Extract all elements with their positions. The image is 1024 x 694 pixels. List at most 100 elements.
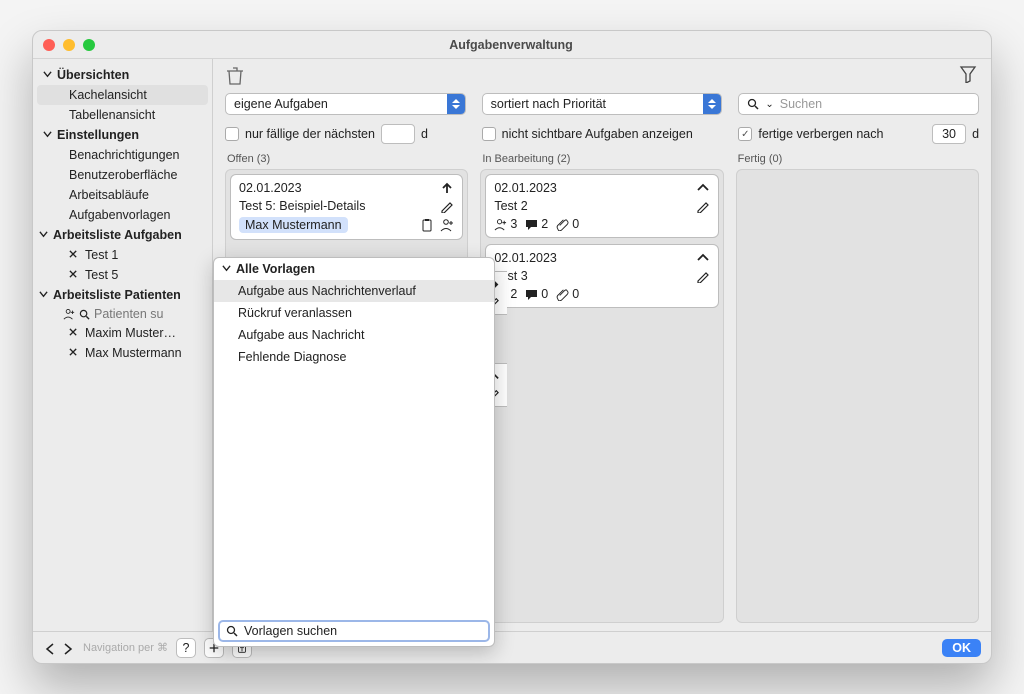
footer-bar: Navigation per ⌘ ? OK — [33, 631, 991, 663]
column-body[interactable]: 02.01.2023 Test 2 3 2 0 — [480, 169, 723, 623]
filter-button[interactable] — [959, 65, 979, 85]
due-days-input[interactable] — [381, 124, 415, 144]
updown-icon — [703, 94, 721, 114]
sidebar-item-workflows[interactable]: Arbeitsabläufe — [37, 185, 208, 205]
window-controls — [43, 39, 95, 51]
sidebar-item-patient2[interactable]: Max Mustermann — [37, 343, 208, 363]
pencil-icon[interactable] — [440, 199, 454, 213]
chevron-down-icon — [39, 228, 49, 242]
sidebar-section-settings[interactable]: Einstellungen — [33, 125, 212, 145]
priority-up-green-icon — [696, 251, 710, 265]
chevron-down-icon — [43, 128, 53, 142]
sidebar-patient-search[interactable]: Patienten su — [33, 305, 212, 323]
card-date: 02.01.2023 — [239, 181, 434, 195]
sidebar-item-test1[interactable]: Test 1 — [37, 245, 208, 265]
hide-done-checkbox[interactable] — [738, 127, 752, 141]
nav-back-button[interactable] — [43, 641, 57, 655]
card-assignee[interactable]: Max Mustermann — [239, 217, 348, 233]
sidebar-item-patient1[interactable]: Maxim Muster… — [37, 323, 208, 343]
due-only-label: nur fällige der nächsten — [245, 127, 375, 141]
column-header: Fertig (0) — [738, 153, 979, 165]
sidebar-section-label: Arbeitsliste Aufgaben — [53, 228, 182, 242]
minimize-window-button[interactable] — [63, 39, 75, 51]
sidebar-section-label: Übersichten — [57, 68, 129, 82]
help-button[interactable]: ? — [176, 638, 196, 658]
window-title: Aufgabenverwaltung — [95, 38, 927, 52]
pencil-icon[interactable] — [696, 199, 710, 213]
sidebar-section-label: Einstellungen — [57, 128, 139, 142]
card-date: 02.01.2023 — [494, 181, 689, 195]
title-bar: Aufgabenverwaltung — [33, 31, 991, 59]
chevron-down-icon — [43, 68, 53, 82]
hide-done-label: fertige verbergen nach — [758, 127, 883, 141]
sort-select[interactable]: sortiert nach Priorität — [482, 93, 723, 115]
delete-button[interactable] — [225, 65, 247, 87]
unit-label: d — [421, 127, 428, 141]
nav-hint: Navigation per ⌘ — [83, 641, 168, 654]
popup-item[interactable]: Rückruf veranlassen — [214, 302, 494, 324]
task-search-input[interactable]: ⌄ Suchen — [738, 93, 979, 115]
task-card[interactable]: 02.01.2023 Test 5: Beispiel-Details Max … — [230, 174, 463, 240]
column-header: Offen (3) — [227, 153, 468, 165]
popup-header[interactable]: Alle Vorlagen — [214, 258, 494, 280]
card-title: Test 3 — [494, 269, 689, 283]
column-in-progress: In Bearbeitung (2) 02.01.2023 Test 2 — [480, 153, 723, 623]
attachment-icon — [556, 288, 569, 301]
priority-up-icon — [440, 181, 454, 195]
card-meta: 3 2 0 — [494, 217, 709, 231]
due-only-checkbox[interactable] — [225, 127, 239, 141]
scope-select[interactable]: eigene Aufgaben — [225, 93, 466, 115]
card-meta: 2 0 0 — [494, 287, 709, 301]
clipboard-icon[interactable] — [420, 218, 434, 232]
popup-item[interactable]: Aufgabe aus Nachricht — [214, 324, 494, 346]
attachment-icon — [556, 218, 569, 231]
sidebar-section-patients[interactable]: Arbeitsliste Patienten — [33, 285, 212, 305]
popup-item[interactable]: Aufgabe aus Nachrichtenverlauf — [214, 280, 494, 302]
pencil-icon[interactable] — [696, 269, 710, 283]
search-icon — [79, 309, 90, 320]
top-toolbar — [213, 59, 991, 87]
templates-popup: Alle Vorlagen Aufgabe aus Nachrichtenver… — [213, 257, 495, 647]
sidebar-item-templates[interactable]: Aufgabenvorlagen — [37, 205, 208, 225]
show-hidden-checkbox[interactable] — [482, 127, 496, 141]
patient-search-placeholder: Patienten su — [94, 307, 202, 321]
card-title: Test 2 — [494, 199, 689, 213]
sidebar-section-label: Arbeitsliste Patienten — [53, 288, 181, 302]
show-hidden-label: nicht sichtbare Aufgaben anzeigen — [502, 127, 693, 141]
sidebar-item-notifications[interactable]: Benachrichtigungen — [37, 145, 208, 165]
popup-search-input[interactable]: Vorlagen suchen — [218, 620, 490, 642]
nav-forward-button[interactable] — [61, 641, 75, 655]
sidebar-item-tiles[interactable]: Kachelansicht — [37, 85, 208, 105]
popup-item[interactable]: Fehlende Diagnose — [214, 346, 494, 368]
close-icon[interactable] — [69, 268, 79, 282]
task-card[interactable]: 02.01.2023 Test 2 3 2 0 — [485, 174, 718, 238]
task-card[interactable]: 02.01.2023 Test 3 2 0 0 — [485, 244, 718, 308]
sidebar-item-table[interactable]: Tabellenansicht — [37, 105, 208, 125]
person-plus-icon[interactable] — [440, 218, 454, 232]
comment-icon — [525, 218, 538, 231]
close-icon[interactable] — [69, 326, 79, 340]
unit-label: d — [972, 127, 979, 141]
column-done: Fertig (0) — [736, 153, 979, 623]
column-body[interactable] — [736, 169, 979, 623]
sidebar-item-ui[interactable]: Benutzeroberfläche — [37, 165, 208, 185]
person-plus-icon — [63, 308, 75, 320]
sidebar-item-test5[interactable]: Test 5 — [37, 265, 208, 285]
search-icon — [747, 98, 759, 110]
popup-search-placeholder: Vorlagen suchen — [244, 624, 337, 638]
ok-button[interactable]: OK — [942, 639, 981, 657]
search-placeholder: Suchen — [780, 97, 822, 111]
close-window-button[interactable] — [43, 39, 55, 51]
person-icon — [494, 218, 507, 231]
sidebar-section-overview[interactable]: Übersichten — [33, 65, 212, 85]
close-icon[interactable] — [69, 346, 79, 360]
hide-done-days-input[interactable]: 30 — [932, 124, 966, 144]
zoom-window-button[interactable] — [83, 39, 95, 51]
search-icon — [226, 625, 238, 637]
card-title: Test 5: Beispiel-Details — [239, 199, 434, 213]
column-header: In Bearbeitung (2) — [482, 153, 723, 165]
chevron-down-icon — [222, 262, 232, 276]
sidebar-section-tasks[interactable]: Arbeitsliste Aufgaben — [33, 225, 212, 245]
card-date: 02.01.2023 — [494, 251, 689, 265]
close-icon[interactable] — [69, 248, 79, 262]
